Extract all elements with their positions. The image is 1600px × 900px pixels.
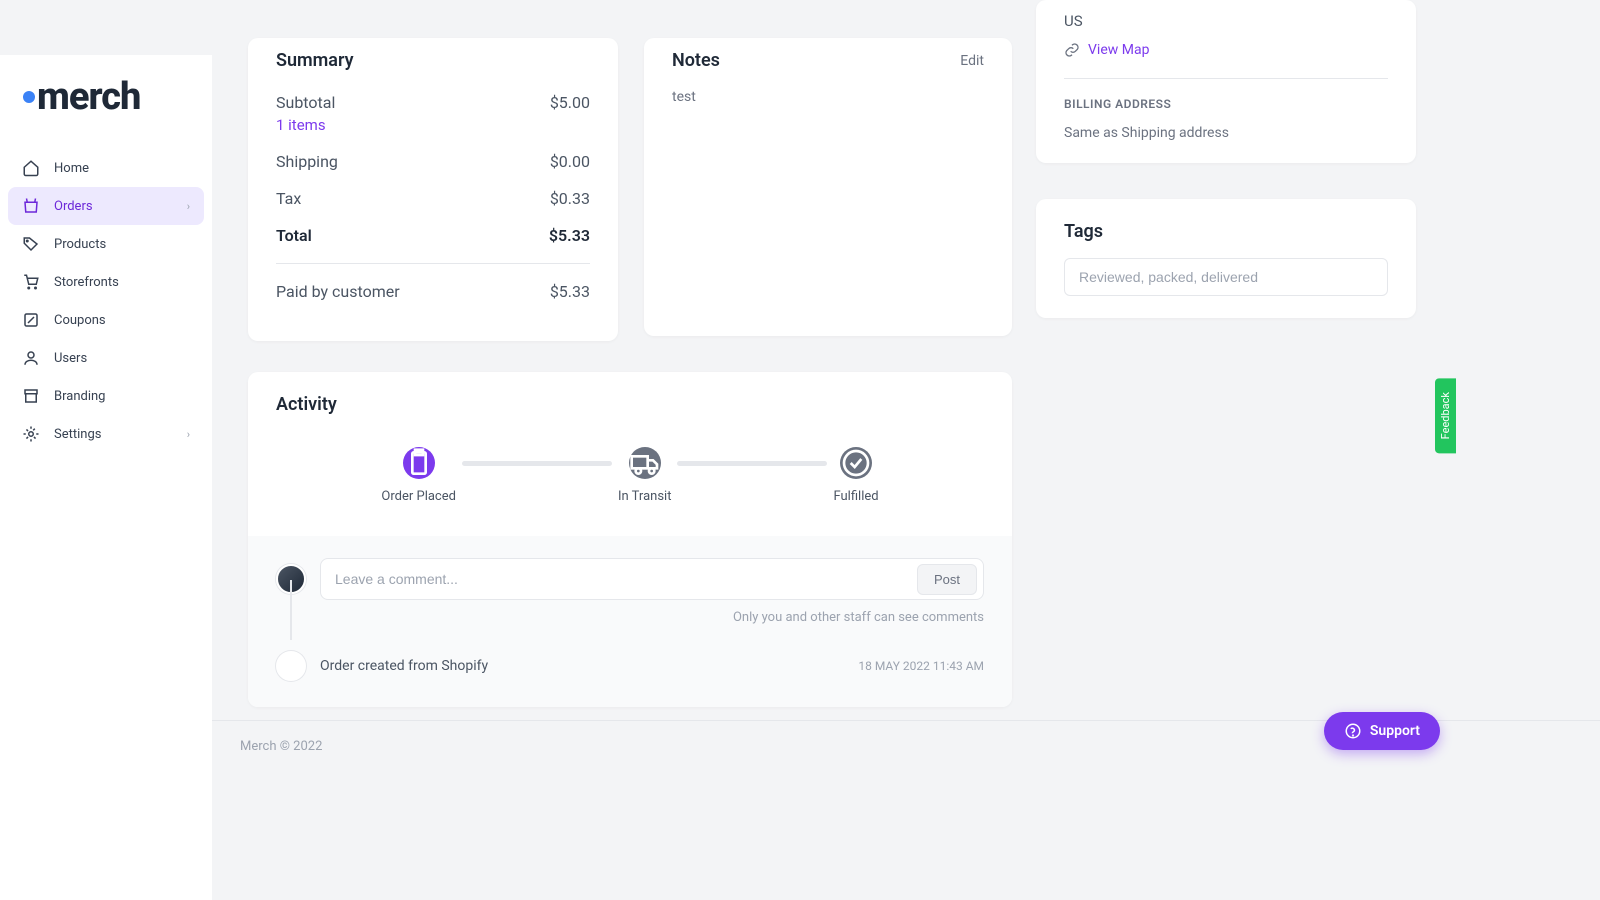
- activity-title: Activity: [248, 394, 1012, 415]
- sidebar-item-label: Orders: [54, 199, 93, 214]
- support-button[interactable]: Support: [1324, 712, 1440, 750]
- sidebar-item-label: Products: [54, 237, 106, 252]
- tax-value: $0.33: [550, 189, 590, 208]
- notes-text: test: [672, 89, 984, 105]
- sidebar-item-branding[interactable]: Branding: [8, 377, 204, 415]
- step-order-placed: Order Placed: [381, 447, 456, 504]
- sidebar-item-label: Storefronts: [54, 275, 119, 290]
- archive-icon: [22, 387, 40, 405]
- edit-link[interactable]: Edit: [960, 53, 984, 69]
- cart-icon: [22, 273, 40, 291]
- view-map-link[interactable]: View Map: [1064, 42, 1388, 58]
- notes-card: Notes Edit test: [644, 38, 1012, 336]
- tags-card: Tags: [1036, 199, 1416, 318]
- sidebar-item-coupons[interactable]: Coupons: [8, 301, 204, 339]
- address-country: US: [1064, 12, 1388, 30]
- step-in-transit: In Transit: [618, 447, 672, 504]
- sidebar-item-label: Coupons: [54, 313, 106, 328]
- sidebar: merch Home Orders › Products Storefronts…: [0, 55, 212, 900]
- user-icon: [22, 349, 40, 367]
- link-icon: [1064, 42, 1080, 58]
- avatar: [276, 651, 306, 681]
- support-label: Support: [1370, 723, 1420, 739]
- step-label: Fulfilled: [833, 489, 878, 504]
- progress-tracker: Order Placed In Transit Fulfilled: [248, 447, 1012, 536]
- sidebar-item-orders[interactable]: Orders ›: [8, 187, 204, 225]
- paid-value: $5.33: [550, 282, 590, 301]
- activity-card: Activity Order Placed In Transit Fulfill…: [248, 372, 1012, 707]
- step-label: In Transit: [618, 489, 672, 504]
- comment-input[interactable]: [335, 563, 917, 595]
- subtotal-label: Subtotal: [276, 93, 335, 112]
- progress-bar: [462, 461, 612, 466]
- sidebar-item-label: Users: [54, 351, 87, 366]
- footer-text: Merch © 2022: [240, 739, 322, 754]
- sidebar-item-users[interactable]: Users: [8, 339, 204, 377]
- check-circle-icon: [840, 447, 872, 479]
- shipping-value: $0.00: [550, 152, 590, 171]
- log-time: 18 MAY 2022 11:43 AM: [858, 659, 984, 673]
- sidebar-item-storefronts[interactable]: Storefronts: [8, 263, 204, 301]
- sidebar-item-label: Home: [54, 161, 89, 176]
- divider: [276, 263, 590, 264]
- logo[interactable]: merch: [8, 75, 204, 149]
- right-column: US View Map BILLING ADDRESS Same as Ship…: [1036, 0, 1416, 346]
- feedback-tab[interactable]: Feedback: [1435, 378, 1456, 453]
- sidebar-item-label: Settings: [54, 427, 101, 442]
- notes-title: Notes: [672, 50, 720, 71]
- view-map-label: View Map: [1088, 42, 1149, 58]
- summary-card: Summary Subtotal $5.00 1 items Shipping …: [248, 38, 618, 341]
- sidebar-item-home[interactable]: Home: [8, 149, 204, 187]
- comment-section: Post Only you and other staff can see co…: [248, 536, 1012, 707]
- subtotal-value: $5.00: [550, 93, 590, 112]
- gear-icon: [22, 425, 40, 443]
- tags-input[interactable]: [1064, 258, 1388, 296]
- progress-bar: [677, 461, 827, 466]
- sidebar-item-settings[interactable]: Settings ›: [8, 415, 204, 453]
- tax-label: Tax: [276, 189, 301, 208]
- tags-title: Tags: [1064, 221, 1388, 242]
- step-fulfilled: Fulfilled: [833, 447, 878, 504]
- billing-text: Same as Shipping address: [1064, 125, 1388, 141]
- logo-text: merch: [37, 75, 140, 119]
- help-icon: [1344, 722, 1362, 740]
- chevron-right-icon: ›: [187, 200, 190, 213]
- truck-icon: [629, 447, 661, 479]
- comment-input-wrap: Post: [320, 558, 984, 600]
- tag-icon: [22, 235, 40, 253]
- billing-heading: BILLING ADDRESS: [1064, 97, 1388, 111]
- sidebar-item-label: Branding: [54, 389, 105, 404]
- step-label: Order Placed: [381, 489, 456, 504]
- total-value: $5.33: [549, 226, 590, 245]
- address-card: US View Map BILLING ADDRESS Same as Ship…: [1036, 0, 1416, 163]
- clipboard-icon: [403, 447, 435, 479]
- divider: [1064, 78, 1388, 79]
- timeline-line: [290, 580, 292, 640]
- items-link[interactable]: 1 items: [276, 116, 590, 134]
- total-label: Total: [276, 226, 312, 245]
- summary-title: Summary: [276, 50, 590, 71]
- comment-visibility-note: Only you and other staff can see comment…: [276, 610, 984, 625]
- sidebar-item-products[interactable]: Products: [8, 225, 204, 263]
- discount-icon: [22, 311, 40, 329]
- chevron-right-icon: ›: [187, 428, 190, 441]
- paid-label: Paid by customer: [276, 282, 400, 301]
- logo-dot-icon: [23, 91, 35, 103]
- shipping-label: Shipping: [276, 152, 338, 171]
- bag-icon: [22, 197, 40, 215]
- log-text: Order created from Shopify: [320, 658, 844, 674]
- home-icon: [22, 159, 40, 177]
- post-button[interactable]: Post: [917, 564, 977, 595]
